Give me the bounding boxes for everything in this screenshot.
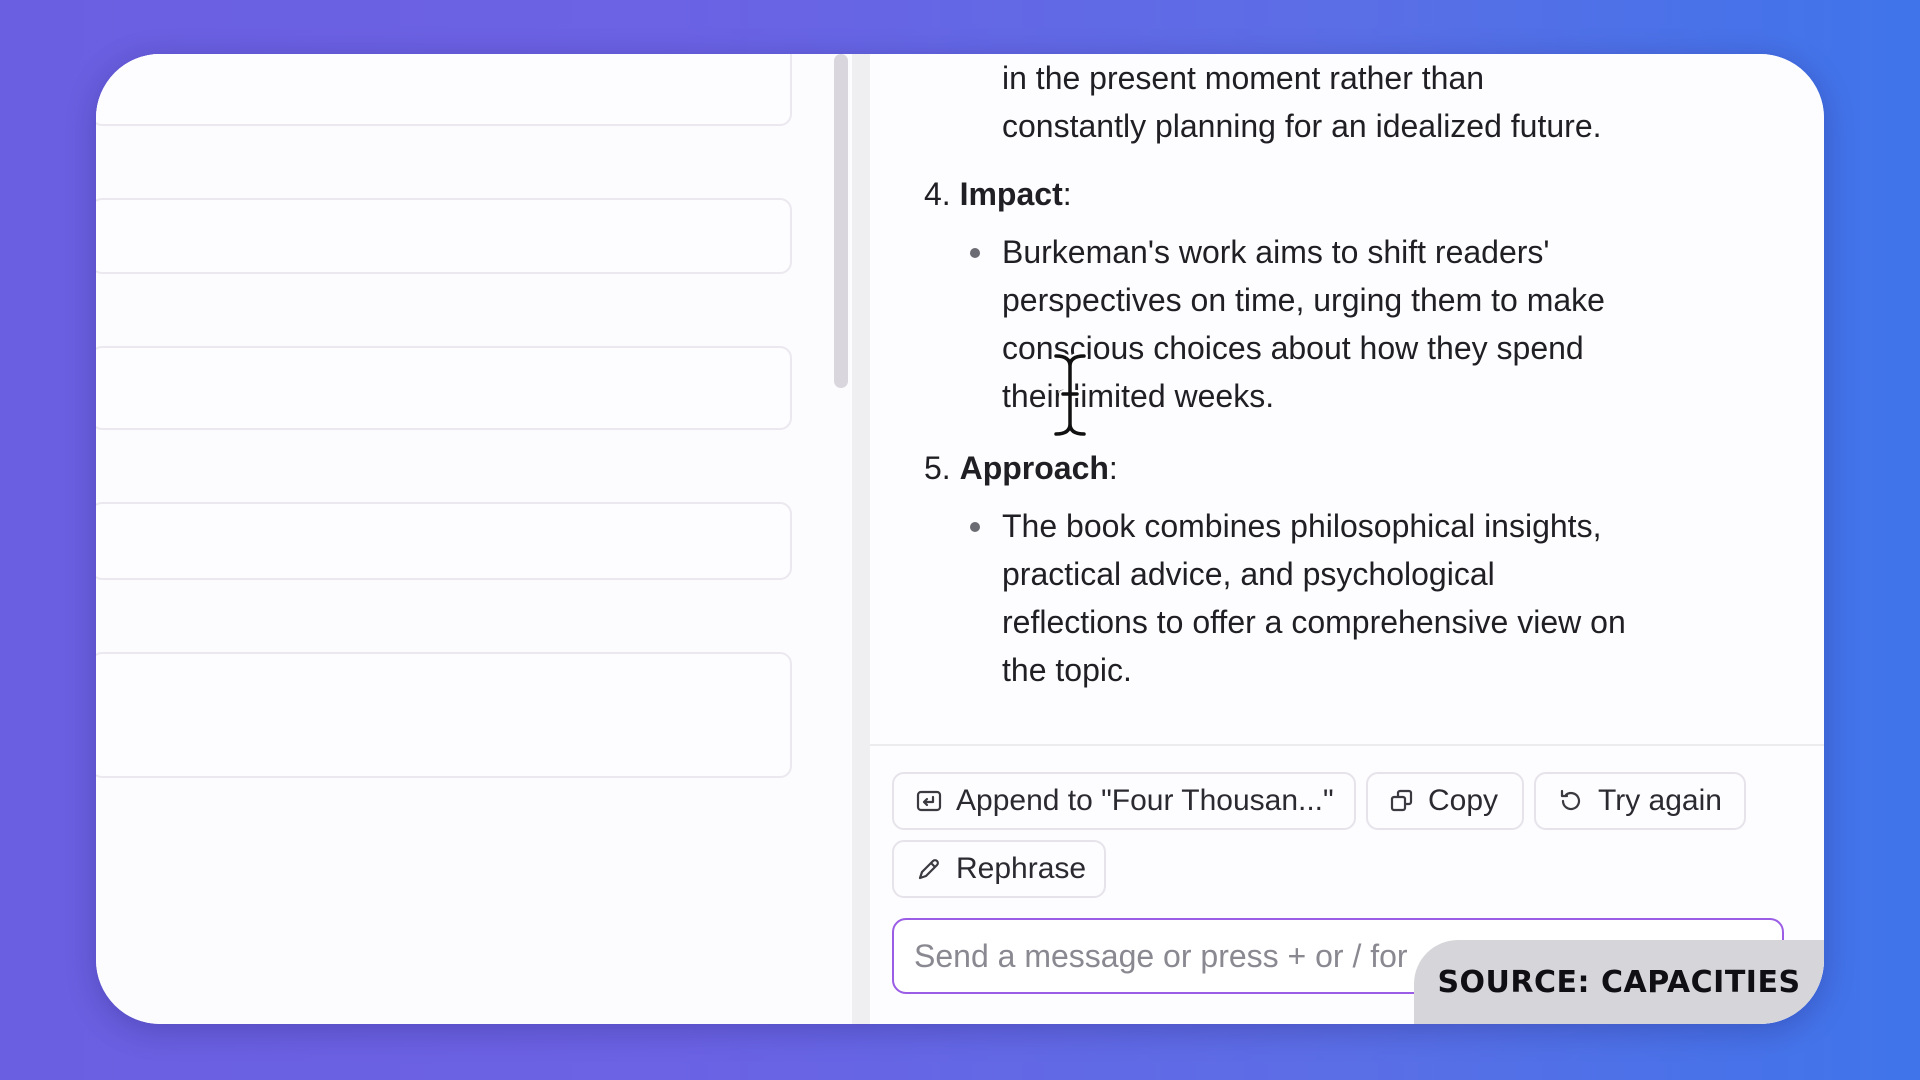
chat-panel: in the present moment rather than consta… xyxy=(870,54,1824,1024)
response-text-line: Burkeman's work aims to shift readers' xyxy=(1002,234,1550,270)
response-text-line: practical advice, and psychological xyxy=(1002,556,1495,592)
source-badge: SOURCE: CAPACITIES xyxy=(1414,940,1824,1024)
left-card[interactable] xyxy=(96,502,792,580)
left-card[interactable] xyxy=(96,652,792,778)
pencil-icon xyxy=(918,859,939,880)
left-card[interactable] xyxy=(96,198,792,274)
response-text-line: the topic. xyxy=(1002,652,1132,688)
list-item-heading-impact: 4. Impact: xyxy=(924,176,1072,212)
retry-icon xyxy=(1560,789,1581,811)
list-item-heading-approach: 5. Approach: xyxy=(924,450,1118,486)
response-text-line: reflections to offer a comprehensive vie… xyxy=(1002,604,1626,640)
left-panel-scrollbar[interactable] xyxy=(834,54,848,388)
section-heading: Impact xyxy=(959,176,1063,212)
left-card[interactable] xyxy=(96,346,792,430)
bullet-dot xyxy=(970,248,980,258)
response-text-line: perspectives on time, urging them to mak… xyxy=(1002,282,1605,318)
copy-button-label: Copy xyxy=(1428,784,1499,817)
chat-separator xyxy=(870,744,1824,746)
response-text-line: their limited weeks. xyxy=(1002,378,1275,414)
assistant-response: in the present moment rather than consta… xyxy=(870,54,1824,744)
response-text-line: constantly planning for an idealized fut… xyxy=(1002,108,1602,144)
rephrase-button-label: Rephrase xyxy=(956,852,1087,885)
append-button-label: Append to "Four Thousan..." xyxy=(956,784,1334,817)
response-text-line: in the present moment rather than xyxy=(1002,60,1485,96)
append-button[interactable]: Append to "Four Thousan..." xyxy=(892,772,1356,830)
app-window: in the present moment rather than consta… xyxy=(96,54,1824,1024)
rephrase-button[interactable]: Rephrase xyxy=(892,840,1106,898)
copy-icon xyxy=(1390,789,1413,812)
panel-divider[interactable] xyxy=(852,54,870,1024)
try-again-button-label: Try again xyxy=(1598,784,1722,817)
bullet-dot xyxy=(970,522,980,532)
list-number: 4. xyxy=(924,176,951,212)
left-panel xyxy=(96,54,850,1024)
append-icon xyxy=(916,790,942,812)
section-heading: Approach xyxy=(959,450,1109,486)
text-cursor-icon xyxy=(1052,352,1088,438)
left-card[interactable] xyxy=(96,54,792,126)
copy-button[interactable]: Copy xyxy=(1366,772,1524,830)
list-number: 5. xyxy=(924,450,951,486)
try-again-button[interactable]: Try again xyxy=(1534,772,1746,830)
response-text-line: The book combines philosophical insights… xyxy=(1002,508,1602,544)
